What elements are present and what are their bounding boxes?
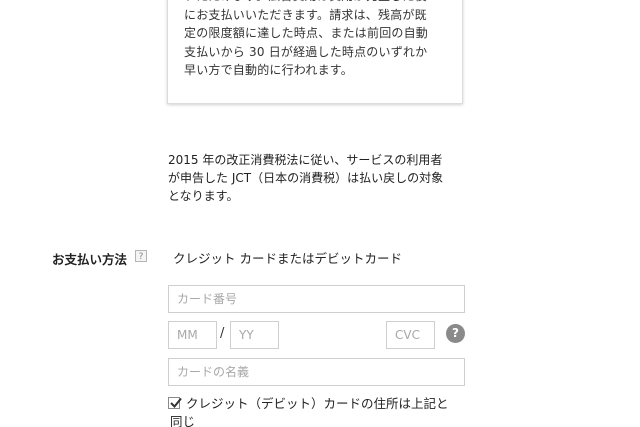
same-address-label-line2[interactable]: 同じ: [170, 413, 195, 427]
expiry-year-input[interactable]: [230, 321, 279, 349]
cvc-input[interactable]: [386, 321, 435, 349]
expiry-separator: /: [220, 326, 225, 341]
jct-tax-note: 2015 年の改正消費税法に従い、サービスの利用者 が申告した JCT（日本の消…: [168, 153, 444, 203]
card-number-input[interactable]: [168, 285, 465, 313]
cvc-help-icon[interactable]: ?: [446, 324, 465, 343]
payment-setup-page: いただけます。広告費用は費用が発生した後 にお支払いいただきます。請求は、残高が…: [0, 0, 640, 427]
payment-method-help-icon[interactable]: ?: [135, 250, 147, 262]
billing-info-text: いただけます。広告費用は費用が発生した後 にお支払いいただきます。請求は、残高が…: [184, 0, 429, 77]
same-address-label[interactable]: クレジット（デビット）カードの住所は上記と: [186, 395, 476, 413]
checkmark-icon: [170, 397, 182, 408]
billing-info-box: いただけます。広告費用は費用が発生した後 にお支払いいただきます。請求は、残高が…: [167, 0, 463, 104]
payment-method-label: お支払い方法: [52, 252, 128, 267]
cardholder-name-input[interactable]: [168, 358, 465, 386]
expiry-month-input[interactable]: [168, 321, 217, 349]
same-address-checkbox[interactable]: [168, 397, 182, 409]
payment-method-value: クレジット カードまたはデビットカード: [173, 251, 402, 266]
